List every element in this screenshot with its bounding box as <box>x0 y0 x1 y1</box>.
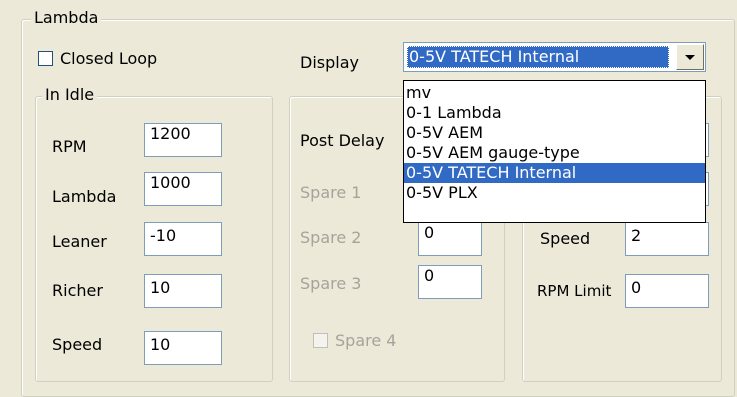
lambda-label: Lambda <box>52 187 117 206</box>
display-option-0-1-lambda[interactable]: 0-1 Lambda <box>404 103 705 123</box>
spare4-label[interactable]: Spare 4 <box>335 331 396 351</box>
rpm-input[interactable]: 1200 <box>144 123 222 157</box>
richer-label: Richer <box>52 281 103 300</box>
rpm-limit-label: RPM Limit <box>537 282 612 300</box>
spare2-input[interactable]: 0 <box>418 222 482 256</box>
lambda-group-title: Lambda <box>31 9 102 27</box>
right-speed-label: Speed <box>540 229 591 248</box>
post-delay-label: Post Delay <box>300 131 385 150</box>
spare3-input[interactable]: 0 <box>418 265 482 299</box>
display-option-0-5v-plx[interactable]: 0-5V PLX <box>404 183 705 203</box>
leaner-label: Leaner <box>52 232 107 251</box>
display-select[interactable]: 0-5V TATECH Internal <box>403 42 706 72</box>
display-option-0-5v-aem[interactable]: 0-5V AEM <box>404 123 705 143</box>
spare1-label: Spare 1 <box>300 183 362 202</box>
idle-speed-label: Speed <box>52 335 103 354</box>
closed-loop-label[interactable]: Closed Loop <box>60 49 157 69</box>
idle-speed-input[interactable]: 10 <box>144 331 222 365</box>
spare2-label: Spare 2 <box>300 228 362 247</box>
spare3-label: Spare 3 <box>300 274 362 293</box>
display-dropdown-list: mv 0-1 Lambda 0-5V AEM 0-5V AEM gauge-ty… <box>403 80 706 223</box>
dropdown-button[interactable] <box>676 44 704 70</box>
display-option-mv[interactable]: mv <box>404 83 705 103</box>
display-option-0-5v-aem-gauge[interactable]: 0-5V AEM gauge-type <box>404 143 705 163</box>
lambda-input[interactable]: 1000 <box>144 172 222 206</box>
rpm-label: RPM <box>52 137 87 156</box>
leaner-input[interactable]: -10 <box>144 222 222 256</box>
closed-loop-checkbox[interactable] <box>38 51 53 66</box>
spare4-checkbox[interactable] <box>313 333 328 348</box>
display-label: Display <box>300 53 359 72</box>
display-select-value: 0-5V TATECH Internal <box>407 46 669 68</box>
in-idle-title: In Idle <box>42 86 98 104</box>
rpm-limit-input[interactable]: 0 <box>625 274 709 308</box>
richer-input[interactable]: 10 <box>144 274 222 308</box>
right-speed-input[interactable]: 2 <box>625 222 709 256</box>
display-option-0-5v-tatech[interactable]: 0-5V TATECH Internal <box>404 163 705 183</box>
chevron-down-icon <box>685 54 695 60</box>
